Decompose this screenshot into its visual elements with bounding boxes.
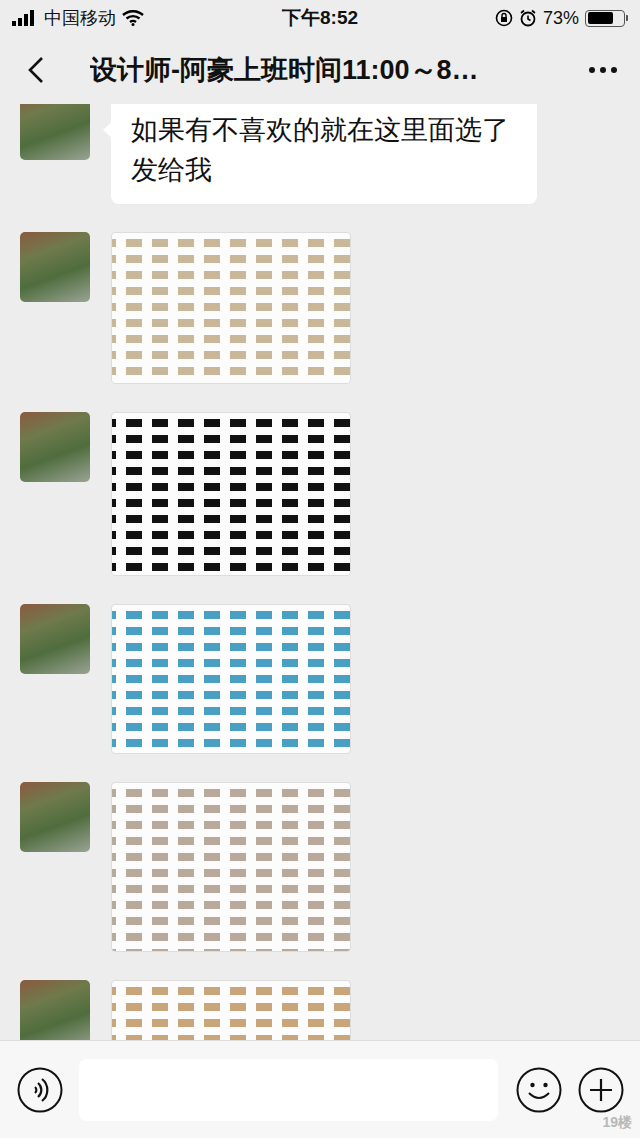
battery-percent: 73% [543,8,579,29]
input-bar: 19楼 [0,1040,640,1138]
avatar[interactable] [20,232,90,302]
plus-icon[interactable] [578,1067,624,1113]
alarm-icon [519,9,537,27]
wifi-icon [122,10,144,26]
text-bubble[interactable]: 如果有不喜欢的就在这里面选了发给我 [111,104,537,204]
message-row [20,782,620,952]
image-message[interactable] [111,604,351,754]
voice-icon[interactable] [17,1067,63,1113]
avatar[interactable] [20,412,90,482]
nav-bar: 设计师-阿豪上班时间11:00～8… [0,36,640,104]
chat-title: 设计师-阿豪上班时间11:00～8… [90,52,544,88]
avatar[interactable] [20,604,90,674]
chat-screen: 中国移动 下午8:52 73% 设计师-阿豪上班时间11:00～8… 如果有不喜… [0,0,640,1138]
battery-icon [585,10,625,27]
watermark: 19楼 [602,1114,632,1132]
rotation-lock-icon [495,9,513,27]
avatar[interactable] [20,782,90,852]
avatar[interactable] [20,104,90,160]
signal-icon [12,10,38,26]
message-row [20,412,620,576]
image-message[interactable] [111,980,351,1040]
clock: 下午8:52 [282,5,358,31]
image-message[interactable] [111,412,351,576]
message-row [20,604,620,754]
image-message[interactable] [111,782,351,952]
avatar[interactable] [20,980,90,1040]
message-input[interactable] [79,1059,498,1121]
message-row [20,980,620,1040]
emoji-icon[interactable] [516,1067,562,1113]
back-icon[interactable] [26,55,46,85]
image-message[interactable] [111,232,351,384]
message-list: 如果有不喜欢的就在这里面选了发给我 [0,104,640,1040]
more-icon[interactable] [588,66,618,74]
message-row: 如果有不喜欢的就在这里面选了发给我 [20,104,620,204]
message-row [20,232,620,384]
carrier: 中国移动 [44,6,116,30]
status-bar: 中国移动 下午8:52 73% [0,0,640,36]
